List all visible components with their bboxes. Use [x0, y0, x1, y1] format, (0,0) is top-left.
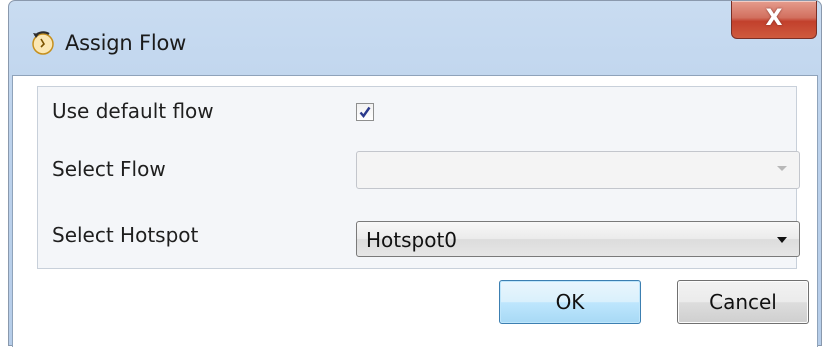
select-flow-dropdown[interactable] [356, 151, 800, 189]
close-icon: X [765, 6, 783, 31]
checkmark-icon [359, 106, 371, 118]
select-hotspot-value: Hotspot0 [366, 228, 458, 252]
flow-icon [29, 29, 57, 57]
assign-flow-dialog: Assign Flow X Use default flow Select Fl… [8, 0, 822, 347]
cancel-button[interactable]: Cancel [677, 280, 809, 324]
select-flow-label: Select Flow [52, 157, 166, 181]
chevron-down-icon [777, 237, 787, 243]
title-bar[interactable]: Assign Flow X [9, 1, 821, 75]
dialog-content: Use default flow Select Flow Select Hots… [12, 75, 818, 347]
use-default-flow-checkbox[interactable] [356, 103, 374, 121]
close-button[interactable]: X [731, 1, 817, 39]
dialog-title: Assign Flow [65, 31, 187, 55]
select-hotspot-dropdown[interactable]: Hotspot0 [356, 221, 800, 257]
ok-button[interactable]: OK [499, 280, 641, 324]
select-hotspot-label: Select Hotspot [52, 223, 199, 247]
settings-group: Use default flow Select Flow Select Hots… [37, 86, 800, 269]
use-default-flow-label: Use default flow [52, 99, 214, 123]
chevron-down-icon [777, 166, 787, 171]
